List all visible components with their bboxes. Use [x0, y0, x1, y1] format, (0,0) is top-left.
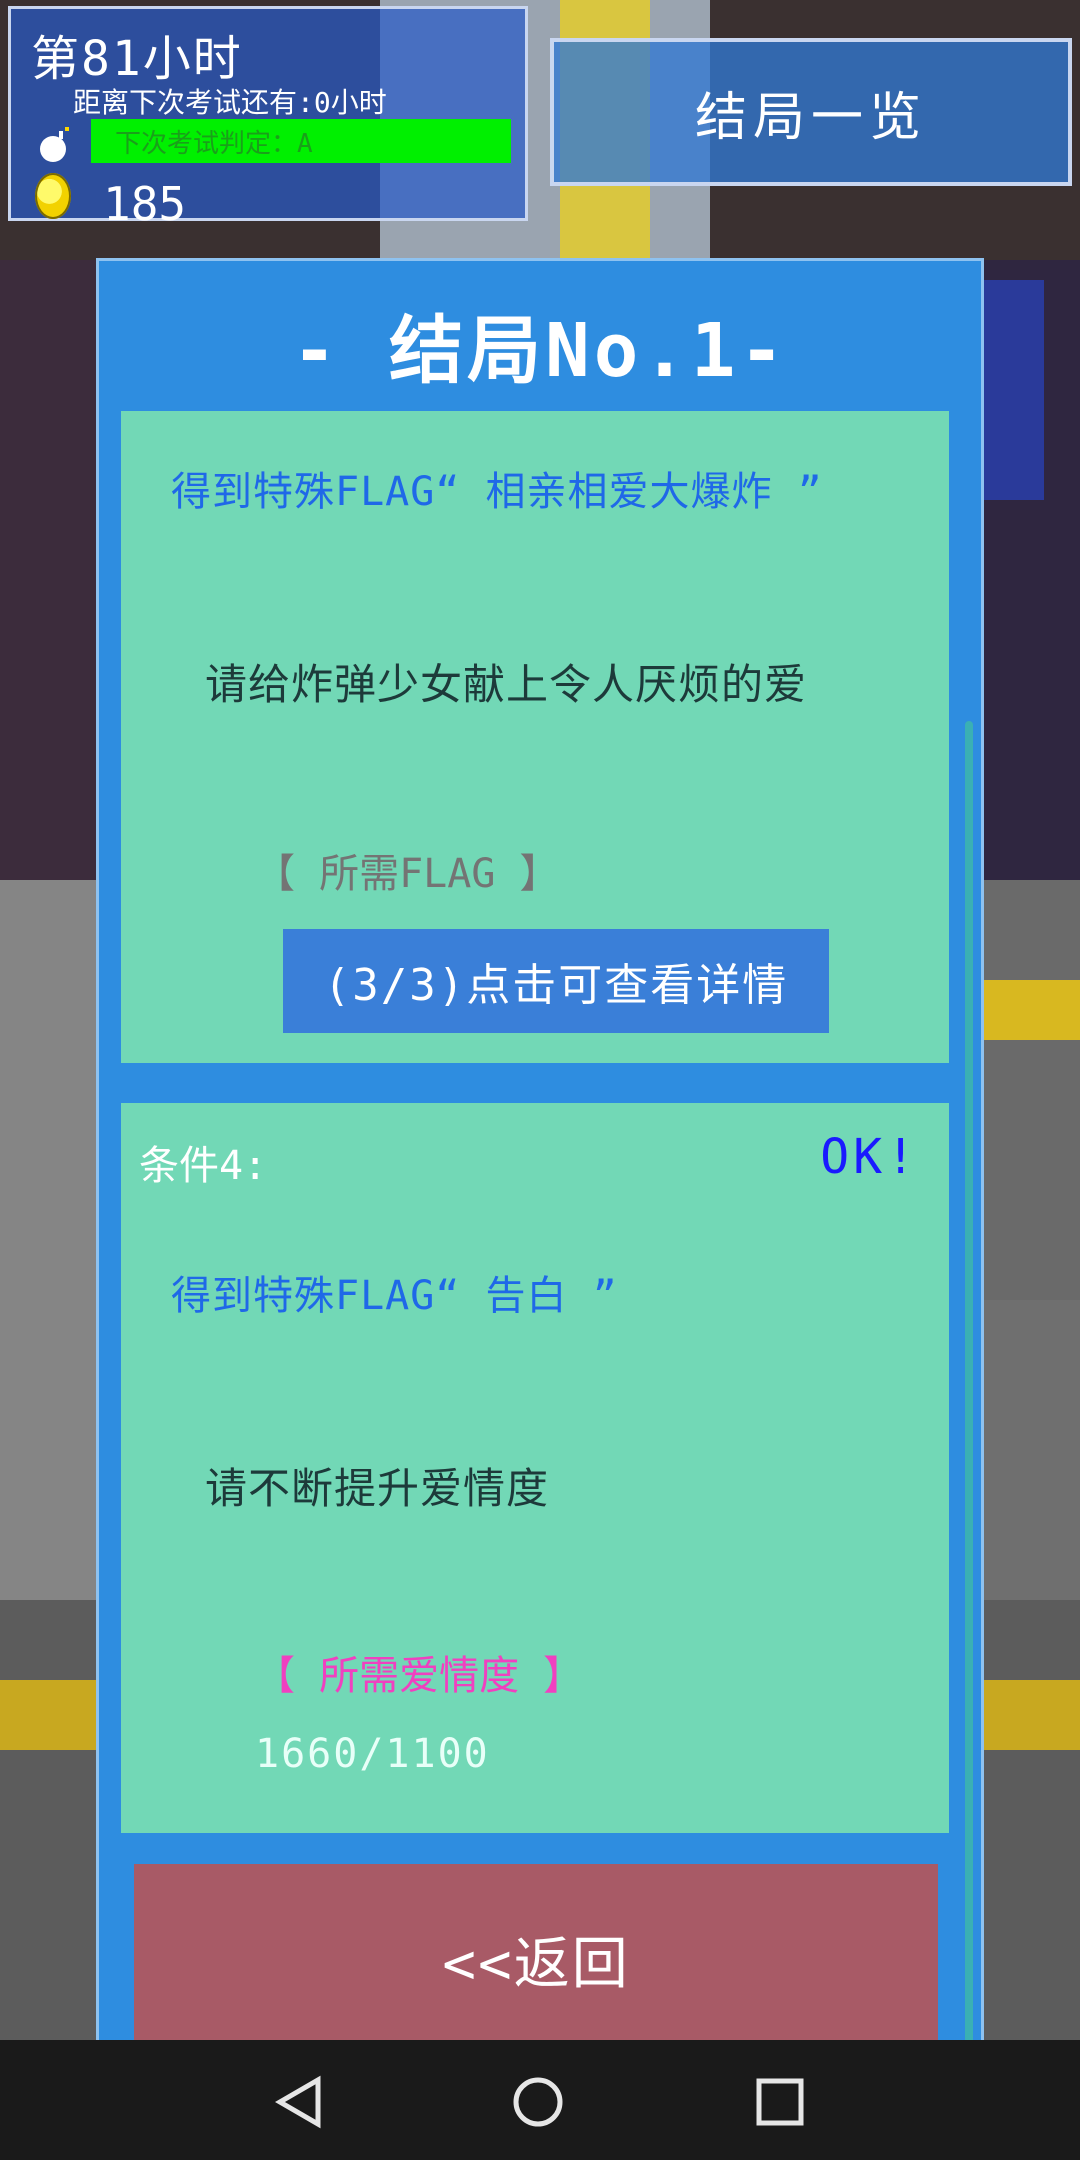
bomb-icon	[40, 127, 69, 162]
panel-title: - 结局No.1-	[292, 308, 788, 394]
condition-label: 条件4:	[139, 1143, 268, 1189]
grade-text: 下次考试判定：A	[115, 129, 313, 159]
view-details-button[interactable]: (3/3)点击可查看详情	[283, 929, 829, 1033]
endings-list-button[interactable]: 结局一览	[550, 38, 1072, 186]
status-hud: 第81小时 距离下次考试还有:0小时 下次考试判定：A 185	[8, 6, 528, 231]
back-button[interactable]: <<返回	[134, 1864, 938, 2054]
hour-label: 第81小时	[31, 31, 243, 87]
circle-home-icon[interactable]	[510, 2074, 566, 2130]
triangle-back-icon[interactable]	[272, 2074, 328, 2130]
condition-description: 请不断提升爱情度	[205, 1464, 550, 1513]
ending-panel: - 结局No.1- 得到特殊FLAG“ 相亲相爱大爆炸 ” 请给炸弹少女献上令人…	[96, 258, 984, 2061]
affection-progress: 1660/1100	[255, 1731, 490, 1777]
coin-icon	[35, 173, 71, 219]
flag-title: 得到特殊FLAG“ 告白 ”	[171, 1273, 618, 1319]
grade-bar: 下次考试判定：A	[91, 119, 511, 163]
coin-count: 185	[103, 177, 187, 231]
requirement-label: 【 所需FLAG 】	[255, 851, 560, 897]
flag-title: 得到特殊FLAG“ 相亲相爱大爆炸 ”	[171, 469, 823, 515]
condition-card-4: 条件4: OK! 得到特殊FLAG“ 告白 ” 请不断提升爱情度 【 所需爱情度…	[121, 1103, 949, 1833]
square-recents-icon[interactable]	[752, 2074, 808, 2130]
condition-card-3: 得到特殊FLAG“ 相亲相爱大爆炸 ” 请给炸弹少女献上令人厌烦的爱 【 所需F…	[121, 411, 949, 1063]
exam-countdown: 距离下次考试还有:0小时	[73, 86, 387, 119]
condition-status: OK!	[820, 1129, 919, 1185]
system-navbar	[0, 2040, 1080, 2160]
scrollbar-track[interactable]	[965, 721, 973, 2061]
condition-description: 请给炸弹少女献上令人厌烦的爱	[205, 660, 808, 709]
requirement-label: 【 所需爱情度 】	[255, 1653, 584, 1699]
